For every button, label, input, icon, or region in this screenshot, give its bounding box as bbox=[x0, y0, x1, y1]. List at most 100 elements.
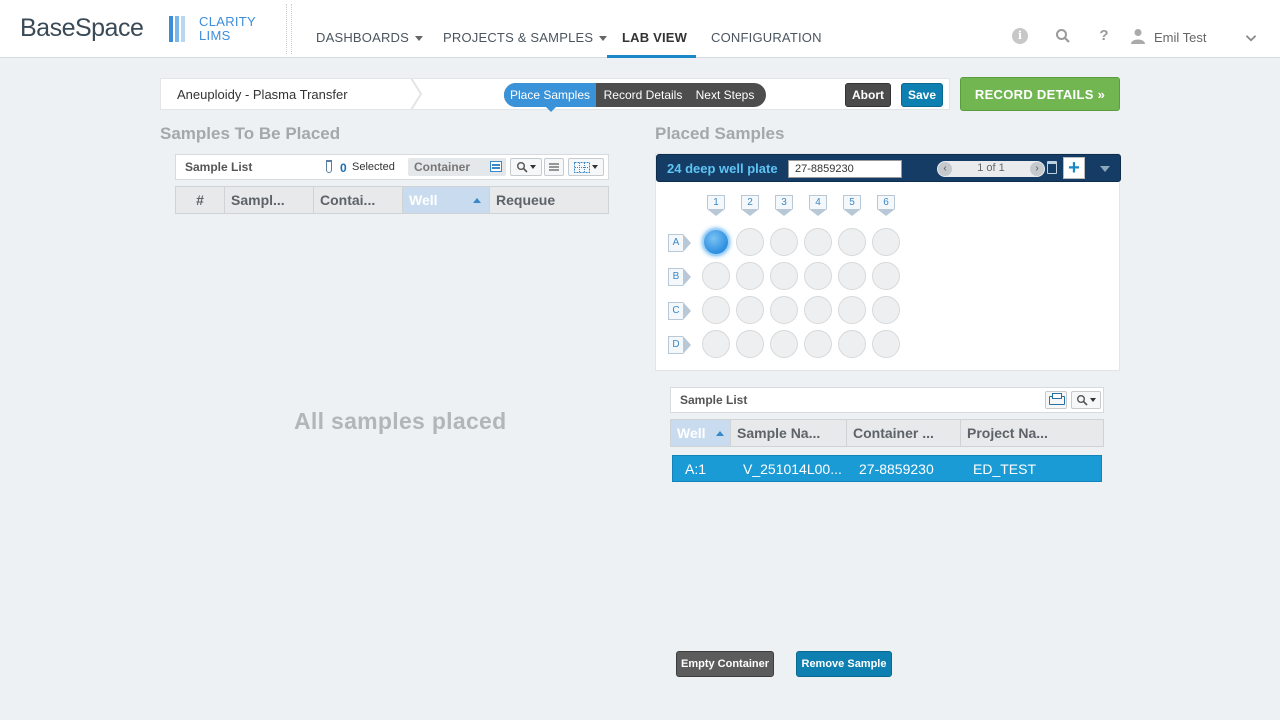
user-name[interactable]: Emil Test bbox=[1154, 30, 1207, 45]
previous-page-icon[interactable]: ‹ bbox=[938, 162, 952, 176]
plate-column-label[interactable]: 2 bbox=[741, 195, 759, 217]
plate-column-label[interactable]: 1 bbox=[707, 195, 725, 217]
row-letter: B bbox=[668, 268, 683, 286]
plate-well-c3[interactable] bbox=[770, 296, 798, 324]
right-sample-list-toolbar: Sample List bbox=[670, 387, 1104, 413]
user-icon[interactable] bbox=[1130, 28, 1146, 44]
plate-well-d4[interactable] bbox=[804, 330, 832, 358]
pill-record-details[interactable]: Record Details bbox=[596, 83, 690, 107]
plate-row-label[interactable]: C bbox=[668, 302, 692, 320]
column-header-index[interactable]: # bbox=[176, 187, 225, 213]
plate-column-label[interactable]: 6 bbox=[877, 195, 895, 217]
basespace-logo[interactable]: BaseSpace bbox=[20, 14, 144, 43]
plate-row-label[interactable]: A bbox=[668, 234, 692, 252]
active-nav-indicator bbox=[607, 55, 696, 58]
plate-well-d1[interactable] bbox=[702, 330, 730, 358]
container-name-input[interactable] bbox=[788, 160, 902, 178]
container-group-toggle[interactable]: Container bbox=[408, 158, 506, 176]
nav-lab-view-label: LAB VIEW bbox=[622, 30, 688, 45]
add-container-plus-icon[interactable]: + bbox=[1063, 157, 1085, 179]
plate-well-b6[interactable] bbox=[872, 262, 900, 290]
plate-well-b3[interactable] bbox=[770, 262, 798, 290]
samples-to-be-placed-title: Samples To Be Placed bbox=[160, 124, 341, 143]
plate-well-b1[interactable] bbox=[702, 262, 730, 290]
plate-well-c5[interactable] bbox=[838, 296, 866, 324]
lims-logo-text: LIMS bbox=[199, 28, 231, 43]
top-navigation-bar: BaseSpace CLARITY LIMS DASHBOARDS PROJEC… bbox=[0, 0, 1280, 58]
right-sample-list-title: Sample List bbox=[680, 393, 748, 407]
plate-well-b4[interactable] bbox=[804, 262, 832, 290]
left-search-dropdown[interactable] bbox=[510, 158, 542, 176]
info-icon[interactable]: i bbox=[1012, 28, 1028, 44]
plate-well-c4[interactable] bbox=[804, 296, 832, 324]
plate-well-a6[interactable] bbox=[872, 228, 900, 256]
chevron-down-icon bbox=[599, 36, 608, 42]
column-header-requeue[interactable]: Requeue bbox=[490, 187, 608, 213]
save-button[interactable]: Save bbox=[901, 83, 943, 107]
grid-view-dropdown[interactable] bbox=[568, 158, 604, 176]
trash-icon[interactable] bbox=[1047, 161, 1057, 174]
column-header-well-label: Well bbox=[677, 425, 706, 441]
left-sample-list-toolbar: Sample List 0 Selected Container bbox=[175, 154, 609, 180]
remove-sample-button[interactable]: Remove Sample bbox=[796, 651, 892, 677]
plate-column-label[interactable]: 3 bbox=[775, 195, 793, 217]
plate-well-d5[interactable] bbox=[838, 330, 866, 358]
plate-well-d3[interactable] bbox=[770, 330, 798, 358]
empty-container-button[interactable]: Empty Container bbox=[676, 651, 774, 677]
plate-column-label[interactable]: 4 bbox=[809, 195, 827, 217]
plate-menu-chevron-down-icon[interactable] bbox=[1100, 166, 1110, 172]
abort-button[interactable]: Abort bbox=[845, 83, 891, 107]
plate-well-d2[interactable] bbox=[736, 330, 764, 358]
right-search-dropdown[interactable] bbox=[1071, 391, 1101, 409]
column-header-container[interactable]: Container ... bbox=[847, 420, 961, 446]
nav-lab-view[interactable]: LAB VIEW bbox=[622, 30, 687, 45]
pill-place-samples[interactable]: Place Samples bbox=[504, 83, 596, 107]
column-header-project-name[interactable]: Project Na... bbox=[961, 420, 1103, 446]
clarity-logo-text: CLARITY bbox=[199, 14, 257, 29]
plate-well-b2[interactable] bbox=[736, 262, 764, 290]
left-sample-list-title: Sample List bbox=[185, 160, 253, 174]
nav-projects-samples[interactable]: PROJECTS & SAMPLES bbox=[443, 30, 608, 45]
plate-well-c6[interactable] bbox=[872, 296, 900, 324]
plate-well-d6[interactable] bbox=[872, 330, 900, 358]
list-view-button[interactable] bbox=[544, 158, 564, 176]
nav-configuration-label: CONFIGURATION bbox=[711, 30, 822, 45]
plate-well-a5[interactable] bbox=[838, 228, 866, 256]
column-header-well[interactable]: Well bbox=[403, 187, 490, 213]
user-menu-chevron-down-icon[interactable] bbox=[1243, 30, 1259, 46]
column-number: 3 bbox=[775, 195, 793, 209]
column-header-sample[interactable]: Sampl... bbox=[225, 187, 314, 213]
plate-well-c1[interactable] bbox=[702, 296, 730, 324]
plate-well-b5[interactable] bbox=[838, 262, 866, 290]
row-sample-name: V_251014L00... bbox=[743, 461, 842, 477]
search-icon bbox=[517, 162, 528, 173]
help-icon[interactable]: ? bbox=[1096, 28, 1112, 44]
plate-column-label[interactable]: 5 bbox=[843, 195, 861, 217]
placed-samples-plate-panel: 24 deep well plate ‹ 1 of 1 › + 1 2 3 4 … bbox=[655, 153, 1121, 371]
empty-samples-message: All samples placed bbox=[294, 408, 507, 434]
row-letter: C bbox=[668, 302, 683, 320]
column-header-container[interactable]: Contai... bbox=[314, 187, 403, 213]
plate-row-label[interactable]: D bbox=[668, 336, 692, 354]
plate-well-a2[interactable] bbox=[736, 228, 764, 256]
plate-well-a3[interactable] bbox=[770, 228, 798, 256]
plate-well-c2[interactable] bbox=[736, 296, 764, 324]
plate-row-label[interactable]: B bbox=[668, 268, 692, 286]
selected-label: Selected bbox=[352, 161, 395, 173]
record-details-button[interactable]: RECORD DETAILS » bbox=[960, 77, 1120, 111]
plate-well-a4[interactable] bbox=[804, 228, 832, 256]
pill-next-steps[interactable]: Next Steps bbox=[690, 83, 760, 107]
column-number: 5 bbox=[843, 195, 861, 209]
caret-down-icon bbox=[530, 165, 536, 170]
selected-count: 0 bbox=[340, 161, 347, 175]
plate-well-a1[interactable] bbox=[702, 228, 730, 256]
search-icon[interactable] bbox=[1055, 28, 1071, 44]
column-header-sample-name[interactable]: Sample Na... bbox=[731, 420, 847, 446]
print-icon[interactable] bbox=[1045, 391, 1067, 409]
nav-configuration[interactable]: CONFIGURATION bbox=[711, 30, 822, 45]
column-header-well[interactable]: Well bbox=[671, 420, 731, 446]
container-list-icon[interactable] bbox=[490, 161, 502, 172]
next-page-icon[interactable]: › bbox=[1030, 162, 1044, 176]
table-row[interactable]: A:1 V_251014L00... 27-8859230 ED_TEST bbox=[672, 455, 1102, 482]
nav-dashboards[interactable]: DASHBOARDS bbox=[316, 30, 424, 45]
